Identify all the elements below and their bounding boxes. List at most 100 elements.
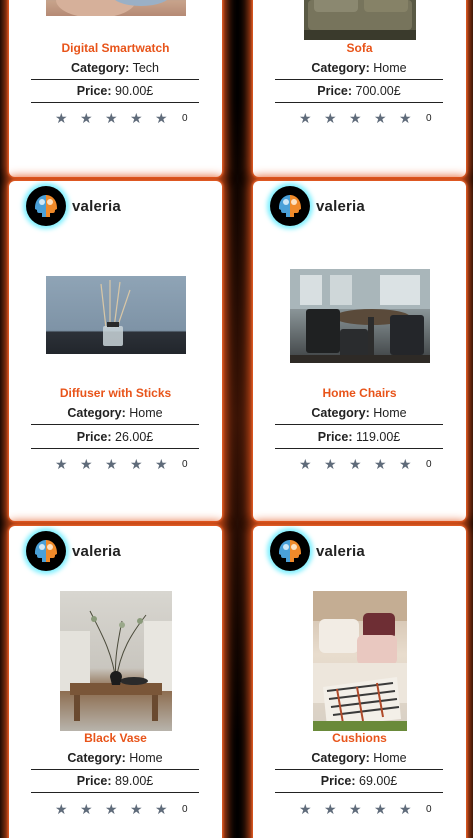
product-card[interactable]: valeria Black Vase Category: Home Price:…: [9, 526, 222, 838]
rating-count: 0: [426, 803, 432, 815]
star-icon[interactable]: ★: [105, 111, 130, 125]
category-value: Home: [373, 751, 407, 765]
product-card[interactable]: valeria Cushions Category: Home Price: 6…: [253, 526, 466, 838]
card-owner[interactable]: valeria: [26, 531, 121, 571]
star-icon[interactable]: ★: [155, 457, 180, 471]
star-icon[interactable]: ★: [349, 111, 374, 125]
product-category: Category: Home: [275, 57, 443, 80]
star-icon[interactable]: ★: [155, 111, 180, 125]
star-icon[interactable]: ★: [130, 457, 155, 471]
owner-name[interactable]: valeria: [316, 543, 365, 560]
card-owner[interactable]: valeria: [26, 186, 121, 226]
product-category: Category: Home: [275, 402, 443, 425]
price-label: Price:: [76, 774, 112, 788]
star-icon[interactable]: ★: [399, 457, 424, 471]
card-owner[interactable]: valeria: [270, 186, 365, 226]
star-icon[interactable]: ★: [374, 457, 399, 471]
rating-count: 0: [182, 803, 188, 815]
category-label: Category:: [311, 751, 370, 765]
rating-stars[interactable]: ★ ★ ★ ★ ★ 0: [55, 111, 188, 125]
star-icon[interactable]: ★: [399, 802, 424, 816]
product-title[interactable]: Black Vase: [9, 731, 222, 745]
star-icon[interactable]: ★: [105, 457, 130, 471]
price-label: Price:: [317, 84, 353, 98]
rating-count: 0: [182, 112, 188, 124]
product-price: Price: 90.00£: [31, 80, 199, 103]
product-image-black-vase[interactable]: [59, 591, 172, 731]
product-image-sofa[interactable]: [303, 0, 416, 40]
product-price: Price: 26.00£: [31, 426, 199, 449]
star-icon[interactable]: ★: [349, 802, 374, 816]
price-value: 119.00£: [355, 430, 401, 444]
price-label: Price:: [76, 84, 112, 98]
star-icon[interactable]: ★: [80, 111, 105, 125]
product-card[interactable]: Sofa Category: Home Price: 700.00£ ★ ★ ★…: [253, 0, 466, 177]
price-value: 90.00£: [115, 84, 154, 98]
star-icon[interactable]: ★: [374, 802, 399, 816]
product-card[interactable]: valeria Diffuser with Sticks Category: H…: [9, 181, 222, 521]
product-title[interactable]: Home Chairs: [253, 386, 466, 400]
product-card[interactable]: Digital Smartwatch Category: Tech Price:…: [9, 0, 222, 177]
two-faces-logo-icon: [35, 540, 57, 562]
category-label: Category:: [311, 61, 370, 75]
star-icon[interactable]: ★: [299, 111, 324, 125]
star-icon[interactable]: ★: [374, 111, 399, 125]
category-label: Category:: [311, 406, 370, 420]
category-value: Home: [373, 406, 407, 420]
star-icon[interactable]: ★: [399, 111, 424, 125]
star-icon[interactable]: ★: [80, 802, 105, 816]
star-icon[interactable]: ★: [55, 111, 80, 125]
product-image-home-chairs[interactable]: [289, 269, 430, 363]
star-icon[interactable]: ★: [349, 457, 374, 471]
star-icon[interactable]: ★: [80, 457, 105, 471]
rating-stars[interactable]: ★ ★ ★ ★ ★ 0: [299, 457, 432, 471]
rating-count: 0: [426, 112, 432, 124]
star-icon[interactable]: ★: [130, 802, 155, 816]
product-category: Category: Home: [31, 747, 199, 770]
owner-name[interactable]: valeria: [72, 198, 121, 215]
owner-name[interactable]: valeria: [72, 543, 121, 560]
star-icon[interactable]: ★: [130, 111, 155, 125]
two-faces-logo-icon: [279, 195, 301, 217]
product-card[interactable]: valeria Home Chairs Category: Home Price…: [253, 181, 466, 521]
product-price: Price: 119.00£: [275, 426, 443, 449]
owner-name[interactable]: valeria: [316, 198, 365, 215]
star-icon[interactable]: ★: [299, 802, 324, 816]
price-label: Price:: [320, 774, 356, 788]
two-faces-logo-icon: [35, 195, 57, 217]
star-icon[interactable]: ★: [55, 457, 80, 471]
product-title[interactable]: Digital Smartwatch: [9, 41, 222, 55]
rating-stars[interactable]: ★ ★ ★ ★ ★ 0: [55, 457, 188, 471]
star-icon[interactable]: ★: [324, 111, 349, 125]
star-icon[interactable]: ★: [324, 802, 349, 816]
star-icon[interactable]: ★: [55, 802, 80, 816]
product-title[interactable]: Diffuser with Sticks: [9, 386, 222, 400]
rating-stars[interactable]: ★ ★ ★ ★ ★ 0: [55, 802, 188, 816]
category-value: Home: [129, 406, 163, 420]
avatar[interactable]: [270, 531, 310, 571]
product-title[interactable]: Sofa: [253, 41, 466, 55]
avatar[interactable]: [26, 186, 66, 226]
avatar[interactable]: [270, 186, 310, 226]
product-title[interactable]: Cushions: [253, 731, 466, 745]
price-label: Price:: [317, 430, 353, 444]
rating-stars[interactable]: ★ ★ ★ ★ ★ 0: [299, 111, 432, 125]
product-grid-page: Digital Smartwatch Category: Tech Price:…: [0, 0, 473, 838]
star-icon[interactable]: ★: [155, 802, 180, 816]
price-value: 69.00£: [359, 774, 398, 788]
rating-count: 0: [182, 458, 188, 470]
two-faces-logo-icon: [279, 540, 301, 562]
product-category: Category: Home: [31, 402, 199, 425]
star-icon[interactable]: ★: [299, 457, 324, 471]
category-label: Category:: [67, 751, 126, 765]
product-image-cushions[interactable]: [312, 591, 407, 731]
product-image-smartwatch[interactable]: [45, 0, 186, 16]
price-value: 700.00£: [355, 84, 401, 98]
avatar[interactable]: [26, 531, 66, 571]
star-icon[interactable]: ★: [324, 457, 349, 471]
product-image-diffuser[interactable]: [45, 276, 186, 354]
price-value: 26.00£: [115, 430, 154, 444]
star-icon[interactable]: ★: [105, 802, 130, 816]
card-owner[interactable]: valeria: [270, 531, 365, 571]
rating-stars[interactable]: ★ ★ ★ ★ ★ 0: [299, 802, 432, 816]
